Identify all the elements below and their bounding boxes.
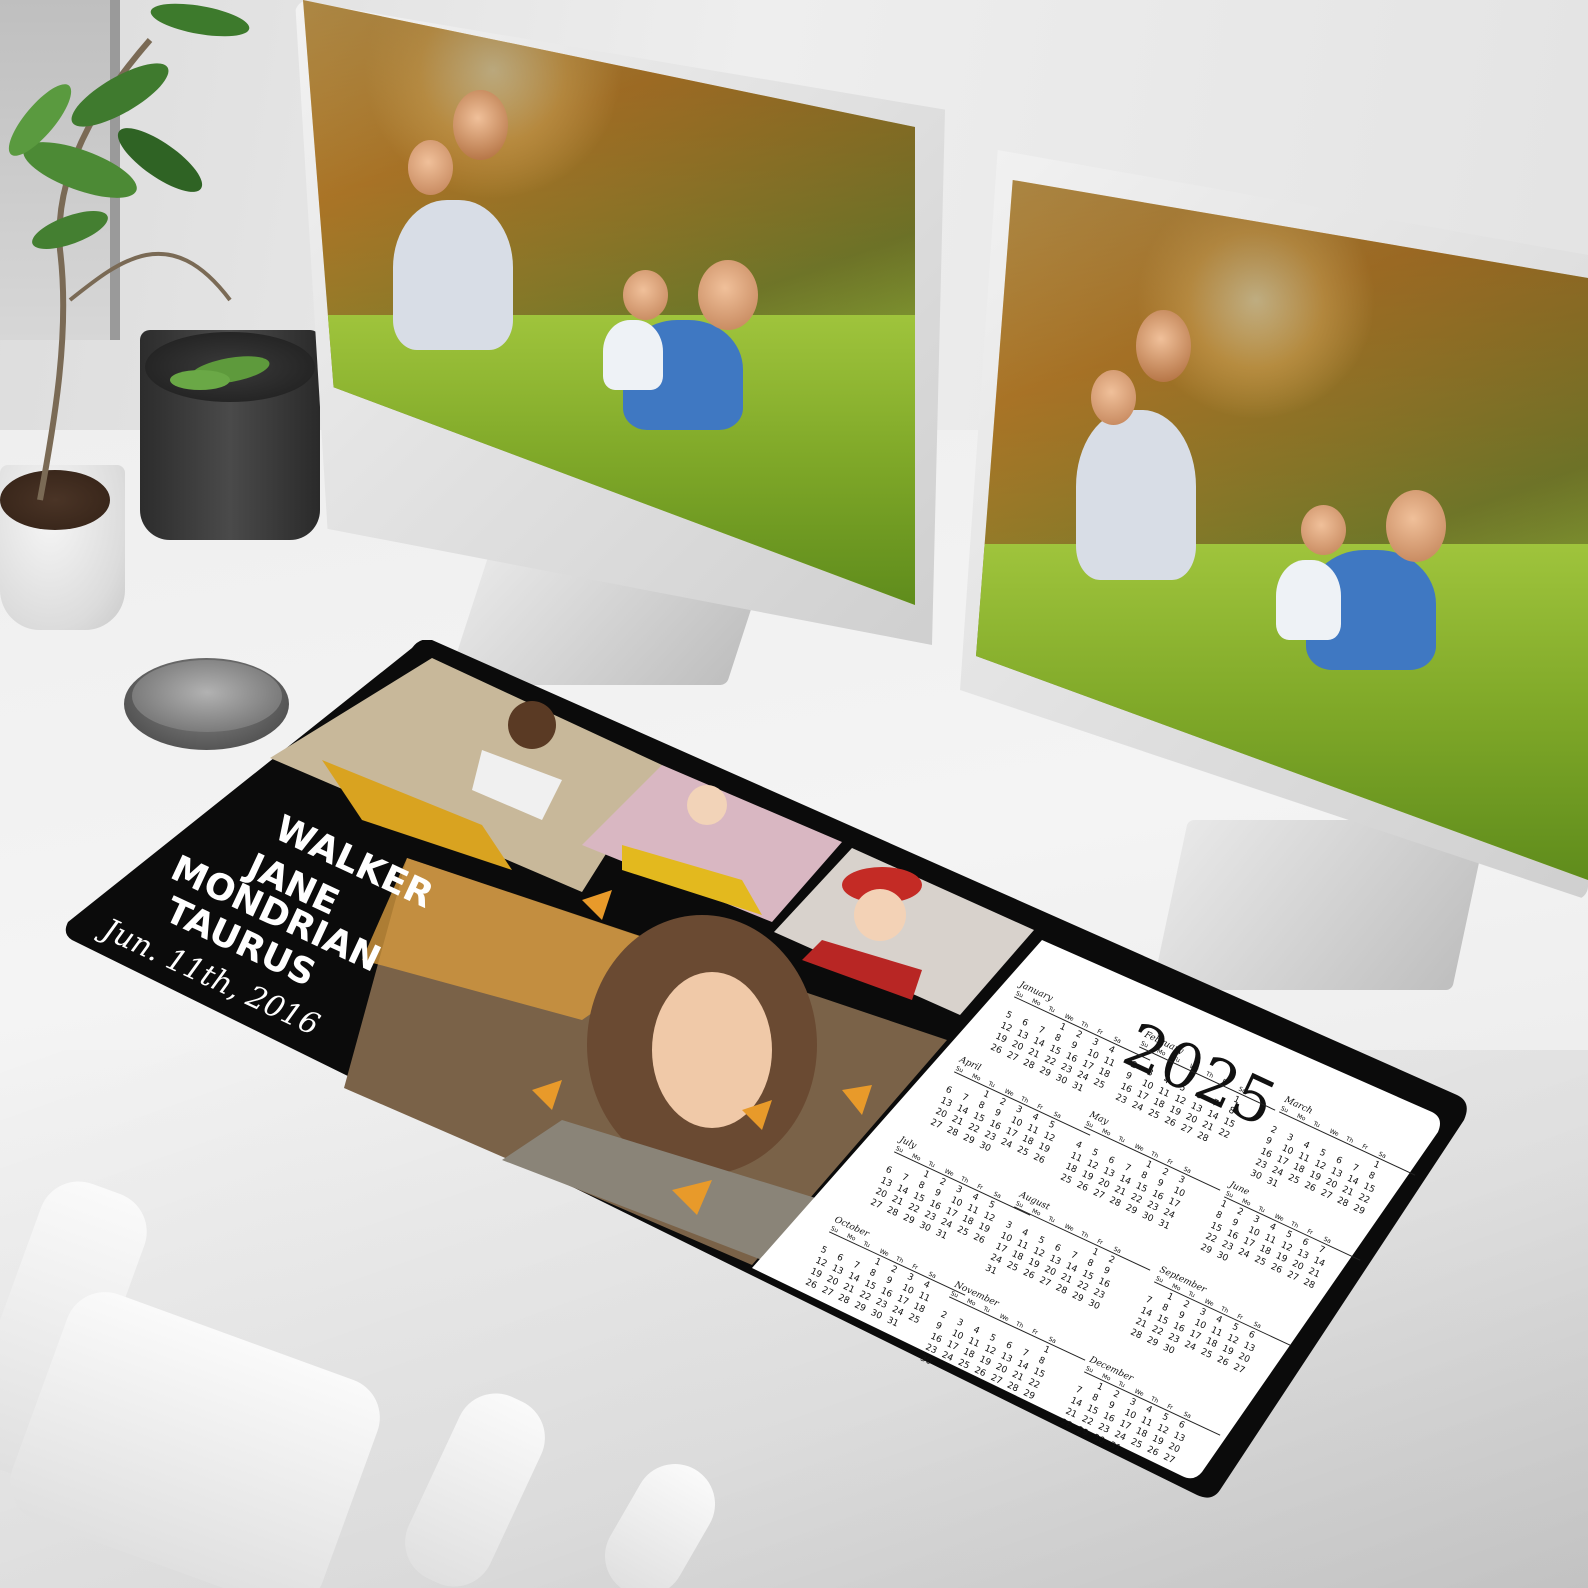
plant-icon	[8, 3, 270, 501]
family-mother	[1076, 410, 1196, 580]
left-monitor	[295, 0, 945, 645]
family-boy	[603, 320, 663, 390]
desk-scene: WALKER JANE MONDRIAN TAURUS Jun. 11th, 2…	[0, 0, 1588, 1588]
family-mother	[393, 200, 513, 350]
family-boy	[1276, 560, 1341, 640]
